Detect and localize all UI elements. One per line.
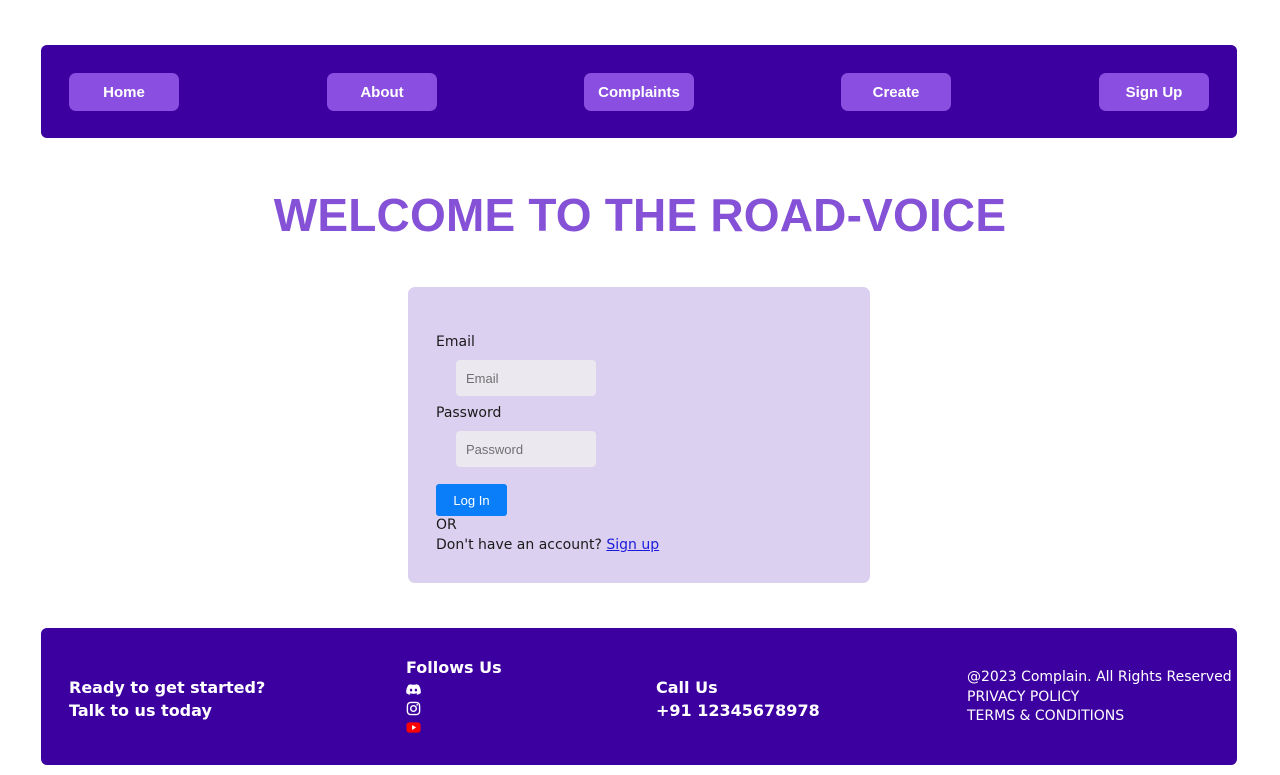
nav-create-button[interactable]: Create (841, 73, 951, 111)
discord-icon[interactable] (406, 682, 421, 697)
footer: Ready to get started? Talk to us today F… (41, 628, 1237, 765)
no-account-text: Don't have an account? (436, 537, 602, 553)
footer-cta-line1: Ready to get started? (69, 678, 266, 697)
nav-complaints-button[interactable]: Complaints (584, 73, 694, 111)
call-us-title: Call Us (656, 678, 718, 697)
instagram-icon[interactable] (406, 701, 421, 716)
footer-follow-section: Follows Us (406, 658, 502, 735)
password-field[interactable] (456, 431, 596, 467)
signup-link[interactable]: Sign up (606, 537, 659, 553)
footer-legal-section: @2023 Complain. All Rights Reserved PRIV… (967, 668, 1232, 727)
nav-home-button[interactable]: Home (69, 73, 179, 111)
follow-us-title: Follows Us (406, 658, 502, 677)
login-card: Email Password Log In OR Don't have an a… (408, 287, 870, 583)
terms-conditions-link[interactable]: TERMS & CONDITIONS (967, 707, 1232, 727)
no-account-prompt: Don't have an account? Sign up (436, 537, 659, 553)
privacy-policy-link[interactable]: PRIVACY POLICY (967, 688, 1232, 708)
footer-call-section: Call Us +91 12345678978 (656, 676, 820, 722)
email-field[interactable] (456, 360, 596, 396)
copyright-text: @2023 Complain. All Rights Reserved (967, 669, 1232, 685)
login-button[interactable]: Log In (436, 484, 507, 516)
footer-cta: Ready to get started? Talk to us today (69, 676, 265, 722)
nav-about-button[interactable]: About (327, 73, 437, 111)
footer-cta-line2: Talk to us today (69, 701, 212, 720)
page-title: WELCOME TO THE ROAD-VOICE (273, 189, 1007, 241)
nav-signup-button[interactable]: Sign Up (1099, 73, 1209, 111)
youtube-icon[interactable] (406, 720, 421, 735)
phone-number: +91 12345678978 (656, 701, 820, 720)
or-divider-text: OR (436, 517, 457, 533)
top-nav-bar: Home About Complaints Create Sign Up (41, 45, 1237, 138)
password-label: Password (436, 405, 502, 421)
email-label: Email (436, 334, 475, 350)
